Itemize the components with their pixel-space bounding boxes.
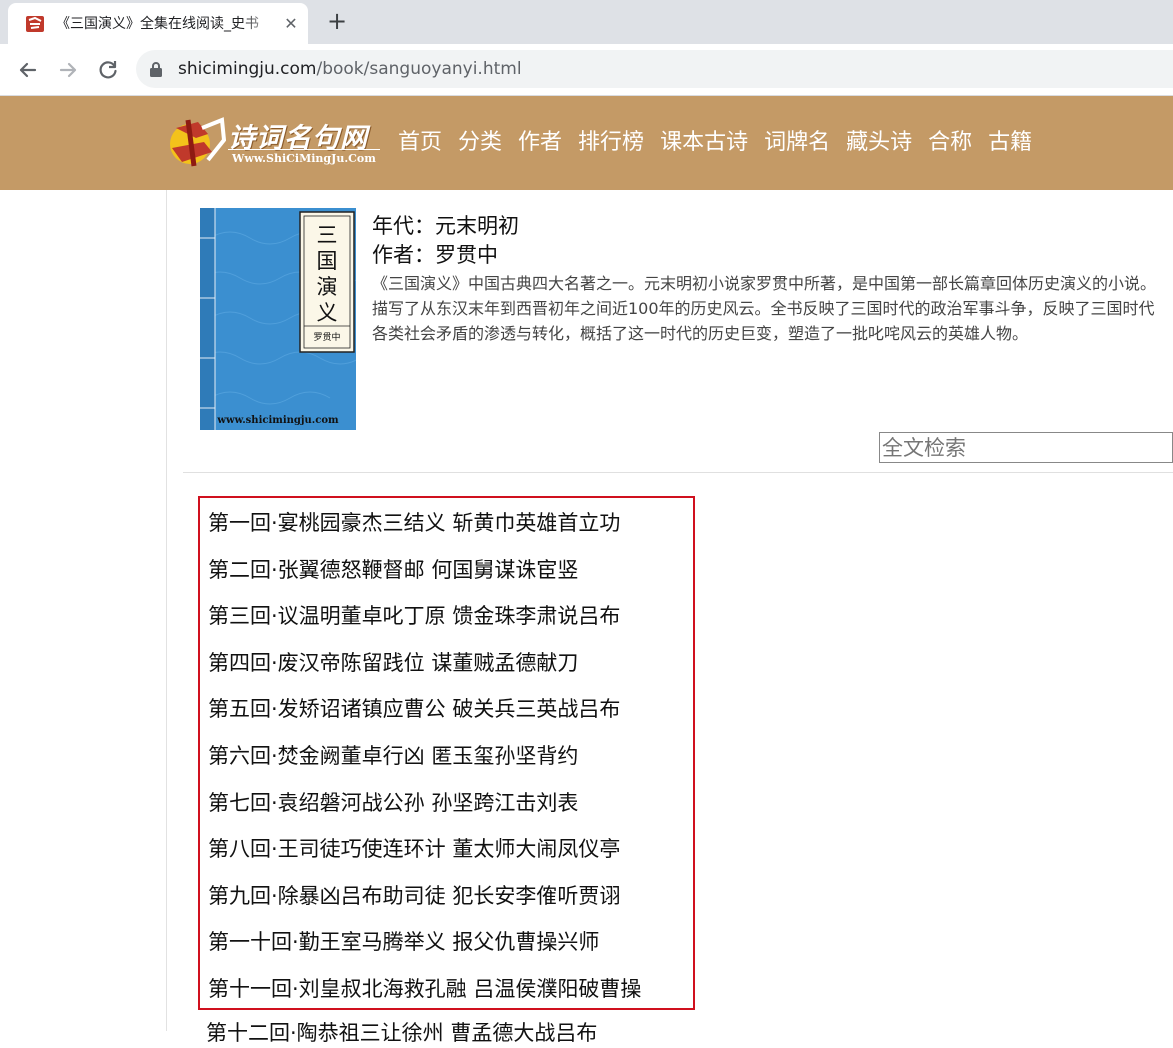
book-cover-image[interactable]: 三 国 演 义 罗贯中 www.shicimingju.com — [200, 208, 356, 430]
url-path: /book/sanguoyanyi.html — [316, 59, 522, 79]
chapter-link[interactable]: 第六回·焚金阙董卓行凶 匿玉玺孙坚背约 — [208, 741, 578, 771]
cover-char: 义 — [317, 301, 338, 325]
site-header: 诗词名句网 Www.ShiCiMingJu.Com 首页 分类 作者 排行榜 课本古诗词… — [0, 96, 1173, 190]
lock-icon — [150, 62, 162, 77]
logo-divider — [228, 149, 380, 150]
reload-icon[interactable] — [95, 57, 121, 83]
chapter-link[interactable]: 第九回·除暴凶吕布助司徒 犯长安李傕听贾诩 — [208, 881, 620, 911]
forward-arrow-icon[interactable] — [55, 57, 81, 83]
nav-link[interactable]: 排行榜 — [578, 128, 644, 158]
chapter-link[interactable]: 第七回·袁绍磐河战公孙 孙坚跨江击刘表 — [208, 788, 578, 818]
address-bar[interactable]: shicimingju.com/book/sanguoyanyi.html — [136, 50, 1173, 88]
browser-tab-bar: 《三国演义》全集在线阅读_史书 ✕ + — [0, 0, 1173, 44]
url-text[interactable]: shicimingju.com/book/sanguoyanyi.html — [178, 58, 522, 80]
chapter-link[interactable]: 第四回·废汉帝陈留践位 谋董贼孟德献刀 — [208, 648, 578, 678]
book-author: 作者：罗贯中 — [372, 243, 498, 267]
nav-link[interactable]: 古籍 — [988, 128, 1032, 158]
chapter-link[interactable]: 第十一回·刘皇叔北海救孔融 吕温侯濮阳破曹操 — [208, 974, 641, 1004]
content-divider — [183, 472, 1173, 473]
new-tab-icon[interactable]: + — [326, 9, 348, 33]
nav-link[interactable]: 作者 — [518, 128, 562, 158]
site-favicon-icon — [26, 16, 44, 32]
book-description: 《三国演义》中国古典四大名著之一。元末明初小说家罗贯中所著，是中国第一部长篇章回… — [372, 274, 1157, 343]
nav-link[interactable]: 课本古诗 — [660, 128, 748, 158]
chapter-list-highlight: 第一回·宴桃园豪杰三结义 斩黄巾英雄首立功 第二回·张翼德怒鞭督邮 何国舅谋诛宦竖… — [198, 496, 695, 1010]
fulltext-search-input[interactable] — [879, 432, 1173, 463]
chapter-link[interactable]: 第二回·张翼德怒鞭督邮 何国舅谋诛宦竖 — [208, 555, 578, 585]
nav-link[interactable]: 词牌名 — [764, 128, 830, 158]
close-tab-icon[interactable]: ✕ — [281, 14, 301, 34]
nav-link[interactable]: 合称 — [928, 128, 972, 158]
cover-char: 三 — [317, 223, 338, 247]
left-column-border — [166, 190, 167, 1031]
chapter-link[interactable]: 第一十回·勤王室马腾举义 报父仇曹操兴师 — [208, 927, 599, 957]
chapter-link[interactable]: 第五回·发矫诏诸镇应曹公 破关兵三英战吕布 — [208, 694, 620, 724]
main-nav: 首页 分类 作者 排行榜 课本古诗 词牌名 藏头诗 合称 古籍 — [398, 128, 1032, 158]
browser-tab[interactable]: 《三国演义》全集在线阅读_史书 ✕ — [8, 3, 308, 44]
nav-link[interactable]: 分类 — [458, 128, 502, 158]
book-meta: 年代：元末明初 作者：罗贯中 《三国演义》中国古典四大名著之一。元末明初小说家罗… — [372, 212, 1167, 371]
chapter-link[interactable]: 第八回·王司徒巧使连环计 董太师大闹凤仪亭 — [208, 834, 620, 864]
cover-char: 演 — [317, 275, 338, 299]
site-logo[interactable]: 诗词名句网 Www.ShiCiMingJu.Com — [168, 114, 383, 172]
book-era: 年代：元末明初 — [372, 214, 519, 238]
chapter-link[interactable]: 第三回·议温明董卓叱丁原 馈金珠李肃说吕布 — [208, 601, 620, 631]
url-host: shicimingju.com — [178, 59, 317, 79]
cover-site-url: www.shicimingju.com — [216, 415, 339, 426]
logo-brush-icon — [170, 117, 226, 167]
tab-title: 《三国演义》全集在线阅读_史书 — [56, 16, 259, 32]
browser-toolbar: shicimingju.com/book/sanguoyanyi.html — [0, 44, 1173, 96]
chapter-link[interactable]: 第一回·宴桃园豪杰三结义 斩黄巾英雄首立功 — [208, 508, 620, 538]
cover-char: 国 — [317, 249, 338, 273]
cover-author: 罗贯中 — [313, 331, 340, 343]
chapter-link-partial[interactable]: 第十二回·陶恭祖三让徐州 曹孟德大战吕布 — [206, 1018, 597, 1048]
nav-link[interactable]: 首页 — [398, 128, 442, 158]
nav-link[interactable]: 藏头诗 — [846, 128, 912, 158]
logo-url: Www.ShiCiMingJu.Com — [232, 152, 376, 165]
back-arrow-icon[interactable] — [15, 57, 41, 83]
